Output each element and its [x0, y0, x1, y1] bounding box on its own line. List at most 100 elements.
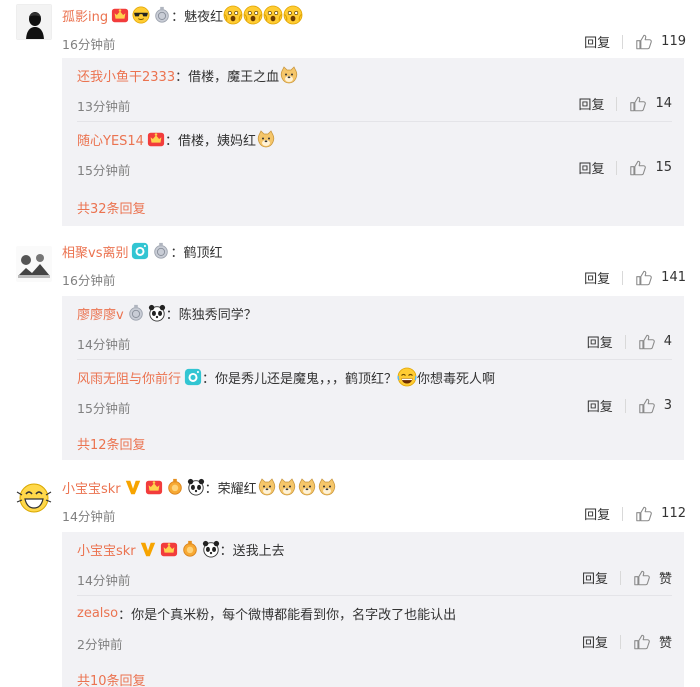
more-replies-link[interactable]: 共10条回复	[77, 670, 146, 687]
reply-text: ：借楼，姨妈红	[164, 133, 256, 149]
reply-button[interactable]: 回复	[578, 158, 604, 177]
avatar[interactable]	[16, 246, 52, 282]
orange-v-icon	[124, 478, 142, 496]
more-replies-link[interactable]: 共32条回复	[77, 198, 146, 217]
comment-text: ：鹤顶红	[170, 245, 223, 261]
reply-item: 小宝宝skr ：送我上去 14分钟前 回复 赞	[62, 532, 684, 596]
like-button[interactable]: 112	[635, 505, 686, 523]
username[interactable]: 小宝宝skr	[77, 540, 136, 559]
reply-actions: 回复 3	[587, 396, 672, 415]
doge-emoji-icon	[257, 477, 277, 497]
avatar-image	[16, 246, 52, 282]
username[interactable]: 还我小鱼干2333	[77, 66, 175, 85]
reply-button[interactable]: 回复	[584, 32, 610, 51]
timestamp: 15分钟前	[77, 401, 131, 416]
username[interactable]: zealso	[77, 606, 118, 621]
reply-text: ：送我上去	[219, 543, 285, 559]
like-button[interactable]: 15	[629, 159, 672, 177]
reply-button[interactable]: 回复	[582, 632, 608, 651]
scared-emoji-icon	[223, 5, 243, 25]
thumbs-up-icon	[629, 159, 647, 177]
divider	[616, 96, 618, 111]
like-label: 赞	[658, 572, 672, 587]
comment-header: 小宝宝skr ：荣耀红	[62, 476, 337, 498]
divider	[619, 570, 621, 585]
thumbs-up-icon	[638, 333, 656, 351]
reply-actions: 回复 4	[587, 332, 672, 351]
like-button[interactable]: 3	[638, 397, 672, 415]
username[interactable]: 相聚vs离别	[62, 242, 128, 261]
doge-emoji-icon	[277, 477, 297, 497]
reply-text-continued: 你想毒死人啊	[417, 371, 496, 387]
username[interactable]: 小宝宝skr	[62, 478, 121, 497]
like-count: 4	[663, 334, 672, 349]
panda-icon	[148, 304, 166, 322]
replies-box: 小宝宝skr ：送我上去 14分钟前 回复 赞 zealso ：你是个真米粉，每…	[62, 532, 684, 687]
avatar[interactable]	[16, 480, 52, 516]
like-button[interactable]: 赞	[633, 568, 672, 587]
reply-text: ：你是秀儿还是魔鬼，，，鹤顶红？	[202, 371, 398, 387]
vip-crown-icon	[160, 540, 178, 558]
reply-actions: 回复 赞	[582, 632, 672, 651]
username[interactable]: 廖廖廖v	[77, 304, 124, 323]
thumbs-up-icon	[633, 569, 651, 587]
vip-crown-icon	[111, 6, 129, 24]
like-count: 141	[661, 270, 686, 285]
comment-header: 相聚vs离别 ：鹤顶红	[62, 240, 222, 262]
vip-crown-icon	[147, 130, 165, 148]
orange-v-icon	[139, 540, 157, 558]
reply-header: 风雨无阻与你前行 ：你是秀儿还是魔鬼，，，鹤顶红？ 你想毒死人啊	[77, 366, 495, 388]
reply-header: 小宝宝skr ：送我上去	[77, 538, 285, 560]
comment-actions: 回复 112	[584, 504, 686, 523]
gold-medal-icon	[166, 478, 184, 496]
comment-text: ：魅夜红	[171, 9, 224, 25]
thumbs-up-icon	[629, 95, 647, 113]
like-button[interactable]: 141	[635, 269, 686, 287]
like-count: 15	[655, 160, 672, 175]
doge-emoji-icon	[297, 477, 317, 497]
thumbs-up-icon	[638, 397, 656, 415]
reply-header: 还我小鱼干2333 ：借楼，魔王之血	[77, 64, 299, 86]
like-button[interactable]: 赞	[633, 632, 672, 651]
reply-button[interactable]: 回复	[584, 268, 610, 287]
reply-item: zealso ：你是个真米粉，每个微博都能看到你，名字改了也能认出 2分钟前 回…	[62, 596, 684, 660]
reply-header: zealso ：你是个真米粉，每个微博都能看到你，名字改了也能认出	[77, 602, 456, 624]
reply-text: ：借楼，魔王之血	[175, 69, 280, 85]
reply-actions: 回复 赞	[582, 568, 672, 587]
doge-emoji-icon	[256, 129, 276, 149]
timestamp: 2分钟前	[77, 637, 123, 652]
silver-medal-icon	[153, 6, 171, 24]
reply-actions: 回复 14	[578, 94, 672, 113]
reply-button[interactable]: 回复	[587, 332, 613, 351]
reply-button[interactable]: 回复	[582, 568, 608, 587]
divider	[622, 34, 624, 49]
comment-actions: 回复 141	[584, 268, 686, 287]
like-button[interactable]: 119	[635, 33, 686, 51]
scared-emoji-icon	[283, 5, 303, 25]
divider	[622, 506, 624, 521]
thumbs-up-icon	[633, 633, 651, 651]
username[interactable]: 风雨无阻与你前行	[77, 368, 181, 387]
like-count: 3	[663, 398, 672, 413]
timestamp: 15分钟前	[77, 163, 131, 178]
reply-text: ：你是个真米粉，每个微博都能看到你，名字改了也能认出	[118, 607, 457, 623]
timestamp: 13分钟前	[77, 99, 131, 114]
comment-main: 孤影ing ：魅夜红 16分钟前 回复 119	[0, 4, 700, 54]
like-count: 119	[661, 34, 686, 49]
divider	[616, 160, 618, 175]
gold-medal-icon	[181, 540, 199, 558]
like-button[interactable]: 4	[638, 333, 672, 351]
avatar[interactable]	[16, 4, 52, 40]
more-replies-link[interactable]: 共12条回复	[77, 434, 146, 453]
comment-thread: 相聚vs离别 ：鹤顶红 16分钟前 回复 141 廖廖廖v ：陈独秀同学？ 14…	[0, 240, 700, 460]
reply-button[interactable]: 回复	[584, 504, 610, 523]
like-button[interactable]: 14	[629, 95, 672, 113]
username[interactable]: 孤影ing	[62, 6, 108, 25]
reply-button[interactable]: 回复	[587, 396, 613, 415]
divider	[624, 334, 626, 349]
username[interactable]: 随心YES14	[77, 130, 144, 149]
timestamp: 16分钟前	[62, 273, 116, 288]
timestamp: 14分钟前	[62, 509, 116, 524]
doge-emoji-icon	[317, 477, 337, 497]
reply-button[interactable]: 回复	[578, 94, 604, 113]
